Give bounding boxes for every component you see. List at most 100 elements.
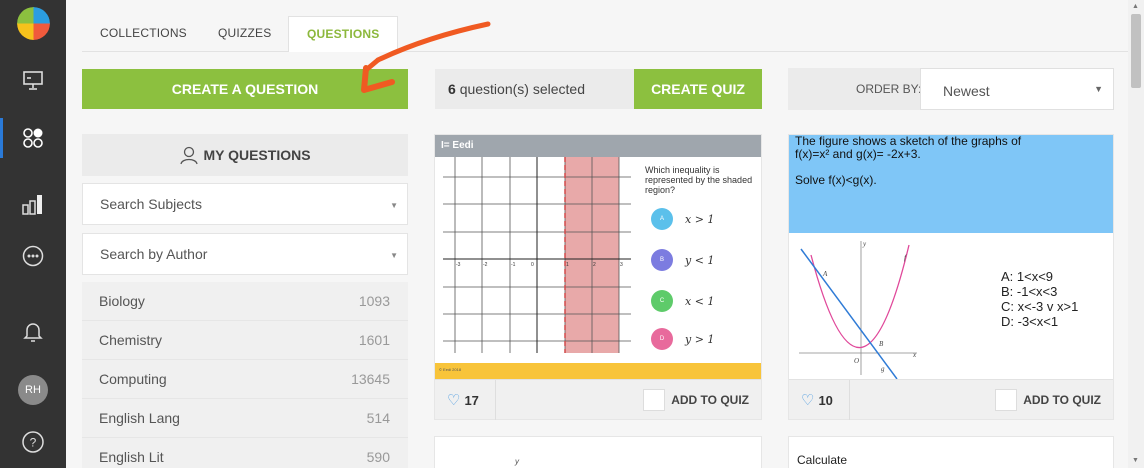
question-card[interactable]: Calculate [788, 436, 1114, 468]
subject-name: English Lit [99, 449, 164, 465]
search-author-select[interactable]: Search by Author ▼ [82, 233, 408, 275]
svg-text:x: x [912, 351, 917, 359]
help-icon[interactable]: ? [0, 422, 66, 462]
question-text-box: The figure shows a sketch of the graphs … [789, 135, 1113, 233]
option-d: Dy > 1 [651, 328, 751, 350]
option-b: By < 1 [651, 249, 751, 271]
card-footer: ♡ 10 ADD TO QUIZ [789, 379, 1113, 420]
create-question-button[interactable]: CREATE A QUESTION [82, 69, 408, 109]
answer-b: B: -1<x<3 [1001, 284, 1058, 299]
add-to-quiz-label[interactable]: ADD TO QUIZ [671, 393, 749, 407]
like-button[interactable]: ♡ 10 [801, 391, 833, 409]
eedi-footer: © Eedi 2018 [435, 363, 761, 379]
answer-options: A: 1<x<9 B: -1<x<3 C: x<-3 v x>1 D: -3<x… [1001, 269, 1078, 329]
subject-name: Biology [99, 293, 145, 309]
option-a: Ax > 1 [651, 208, 751, 230]
selection-bar: 6 question(s) selected CREATE QUIZ [435, 69, 762, 109]
order-by-select[interactable]: Newest ▼ [920, 68, 1114, 110]
svg-text:3: 3 [620, 262, 623, 268]
question-preview: I= Eedi -3 -2 -1 0 1 2 3 Which inequality is … [435, 135, 761, 379]
user-icon [180, 146, 199, 165]
svg-text:2: 2 [593, 262, 596, 268]
tab-collections[interactable]: COLLECTIONS [82, 16, 205, 52]
question-preview: The figure shows a sketch of the graphs … [789, 135, 1113, 379]
create-quiz-button[interactable]: CREATE QUIZ [634, 69, 762, 109]
search-subjects-placeholder: Search Subjects [100, 196, 202, 212]
add-to-quiz-label[interactable]: ADD TO QUIZ [1023, 393, 1101, 407]
subject-item[interactable]: Biology 1093 [82, 282, 408, 321]
my-questions-button[interactable]: MY QUESTIONS [82, 134, 408, 176]
order-by-label: ORDER BY: [856, 82, 922, 96]
add-to-quiz-checkbox[interactable] [995, 389, 1017, 411]
selection-label: question(s) selected [459, 81, 585, 97]
scroll-up-icon[interactable]: ▲ [1132, 3, 1139, 10]
main-content: COLLECTIONS QUIZZES QUESTIONS CREATE A Q… [66, 0, 1128, 468]
divider [495, 380, 496, 420]
svg-text:g: g [881, 365, 885, 373]
eedi-header: I= Eedi [435, 135, 761, 157]
presentation-icon[interactable] [0, 60, 66, 100]
question-card[interactable]: The figure shows a sketch of the graphs … [788, 134, 1114, 420]
caret-down-icon: ▼ [390, 251, 398, 260]
subject-item[interactable]: Computing 13645 [82, 360, 408, 399]
svg-text:O: O [854, 357, 859, 365]
app-logo[interactable] [17, 7, 50, 40]
user-avatar[interactable]: RH [0, 370, 66, 410]
svg-text:A: A [822, 270, 828, 278]
search-subjects-select[interactable]: Search Subjects ▼ [82, 183, 408, 225]
svg-text:1: 1 [566, 262, 569, 268]
subject-count: 514 [366, 410, 390, 426]
answer-d: D: -3<x<1 [1001, 314, 1059, 329]
avatar-initials: RH [18, 375, 48, 405]
subject-item[interactable]: English Lang 514 [82, 399, 408, 438]
order-by-value: Newest [943, 83, 990, 99]
more-icon[interactable] [0, 236, 66, 276]
bar-chart-icon[interactable] [0, 184, 66, 224]
subject-count: 590 [366, 449, 390, 465]
selection-status: 6 question(s) selected [448, 81, 585, 97]
bell-icon[interactable] [0, 312, 66, 352]
svg-text:-2: -2 [483, 262, 488, 268]
divider [849, 380, 850, 420]
heart-icon: ♡ [801, 392, 815, 409]
selection-count: 6 [448, 81, 456, 97]
order-by-bar: ORDER BY: Newest ▼ [788, 68, 1114, 110]
answer-a: A: 1<x<9 [1001, 269, 1054, 284]
question-card[interactable]: I= Eedi -3 -2 -1 0 1 2 3 Which inequality is … [434, 134, 762, 420]
subject-count: 13645 [351, 371, 390, 387]
subject-name: Chemistry [99, 332, 163, 348]
like-button[interactable]: ♡ 17 [447, 391, 479, 409]
questions-nav-icon[interactable] [0, 118, 66, 158]
question-card[interactable]: y [434, 436, 762, 468]
option-c: Cx < 1 [651, 290, 751, 312]
subject-name: English Lang [99, 410, 180, 426]
question-preview-text: y [515, 457, 519, 466]
like-count: 17 [464, 392, 479, 408]
tab-bar: COLLECTIONS QUIZZES QUESTIONS [82, 0, 1128, 52]
inequality-graph: -3 -2 -1 0 1 2 3 [443, 157, 631, 353]
add-to-quiz-checkbox[interactable] [643, 389, 665, 411]
question-line: Solve f(x)<g(x). [795, 173, 877, 187]
subject-item[interactable]: English Lit 590 [82, 438, 408, 468]
tab-quizzes[interactable]: QUIZZES [200, 16, 289, 52]
svg-text:y: y [862, 240, 867, 248]
like-count: 10 [818, 392, 833, 408]
svg-text:-1: -1 [511, 262, 516, 268]
scroll-down-icon[interactable]: ▼ [1132, 457, 1139, 464]
subject-list: Biology 1093 Chemistry 1601 Computing 13645… [82, 282, 408, 468]
svg-text:0: 0 [531, 262, 534, 268]
svg-text:?: ? [30, 436, 37, 450]
question-line: f(x)=x² and g(x)= -2x+3. [795, 147, 921, 161]
question-text: Which inequality is represented by the s… [645, 165, 753, 195]
subject-count: 1093 [358, 293, 390, 309]
subject-count: 1601 [358, 332, 390, 348]
scroll-thumb[interactable] [1131, 14, 1141, 88]
question-preview-text: Calculate [797, 453, 848, 467]
chevron-down-icon: ▼ [1094, 84, 1103, 94]
page-scrollbar[interactable]: ▲ ▼ [1128, 0, 1144, 468]
caret-down-icon: ▼ [390, 201, 398, 210]
subject-item[interactable]: Chemistry 1601 [82, 321, 408, 360]
tab-questions[interactable]: QUESTIONS [288, 16, 399, 52]
app-sidebar: RH ? [0, 0, 66, 468]
subject-name: Computing [99, 371, 167, 387]
